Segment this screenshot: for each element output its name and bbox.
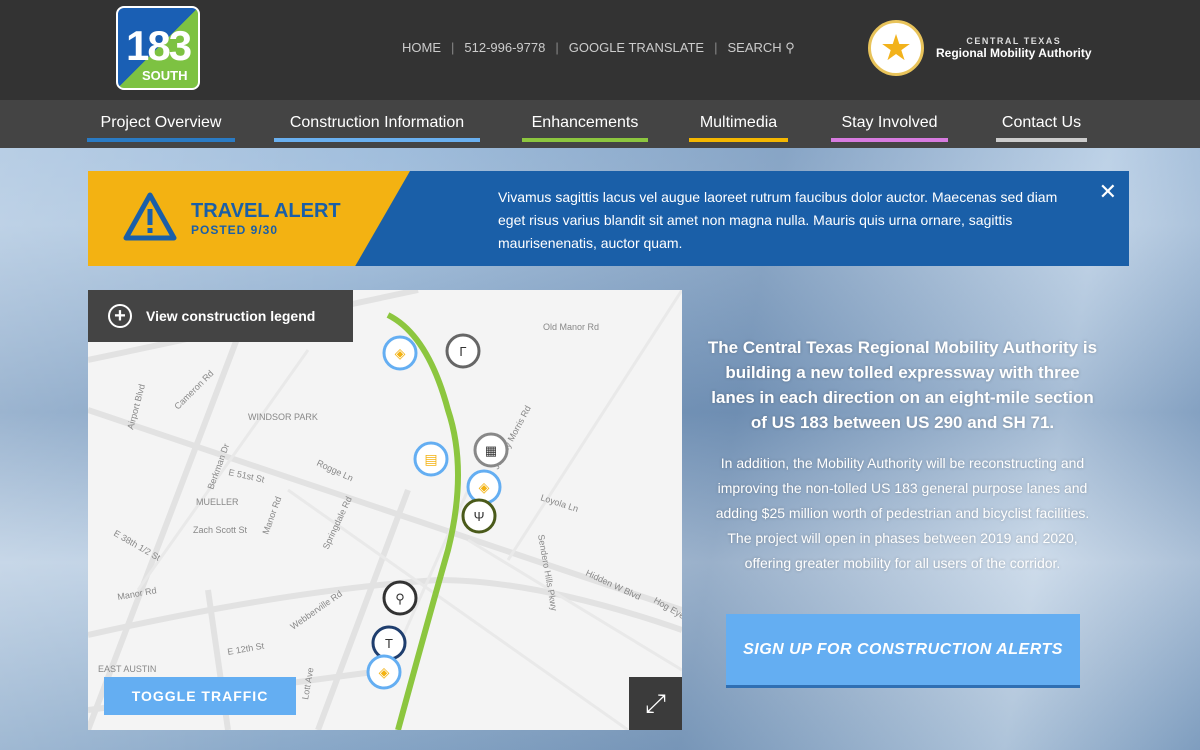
- svg-text:⚲: ⚲: [395, 591, 405, 606]
- map-street-label: E 38th 1/2 St: [112, 528, 162, 563]
- map-street-label: E 12th St: [227, 641, 266, 657]
- warning-icon: [123, 192, 177, 241]
- signup-alerts-button[interactable]: SIGN UP FOR CONSTRUCTION ALERTS: [726, 614, 1080, 688]
- plus-circle-icon: +: [108, 304, 132, 328]
- map-street-label: Rogge Ln: [315, 458, 355, 484]
- main-nav: Project Overview Construction Informatio…: [0, 100, 1200, 148]
- map-street-label: Manor Rd: [260, 495, 283, 536]
- svg-text:Γ: Γ: [459, 344, 466, 359]
- nav-enhancements[interactable]: Enhancements: [522, 114, 648, 142]
- svg-text:▤: ▤: [424, 451, 437, 467]
- utility-links: HOME | 512-996-9778 | GOOGLE TRANSLATE | SE…: [402, 40, 795, 56]
- intro-lead: The Central Texas Regional Mobility Auth…: [707, 338, 1098, 432]
- intro-body: In addition, the Mobility Authority will…: [715, 455, 1090, 571]
- map-street-label: Springdale Rd: [321, 495, 354, 551]
- svg-text:◈: ◈: [395, 345, 406, 361]
- travel-alert: TRAVEL ALERT POSTED 9/30 Vivamus sagitti…: [88, 171, 1129, 266]
- nav-multimedia[interactable]: Multimedia: [689, 114, 788, 142]
- nav-stay-involved[interactable]: Stay Involved: [831, 114, 948, 142]
- search-link[interactable]: SEARCH ⚲: [727, 40, 794, 56]
- svg-text:◈: ◈: [379, 664, 390, 680]
- google-translate-link[interactable]: GOOGLE TRANSLATE: [569, 40, 704, 56]
- construction-map[interactable]: Old Manor Rd Cameron Rd Airport Blvd WINDS…: [88, 290, 682, 730]
- svg-text:T: T: [385, 636, 393, 651]
- star-seal-icon: ★: [868, 20, 924, 76]
- map-street-label: Old Manor Rd: [543, 322, 599, 332]
- nav-contact-us[interactable]: Contact Us: [996, 114, 1087, 142]
- map-canvas[interactable]: Old Manor RdCameron Rd Airport Blvd WINDS…: [88, 290, 682, 730]
- header: 183 SOUTH HOME | 512-996-9778 | GOOGLE TRA…: [0, 0, 1200, 100]
- map-street-label: Loyola Ln: [539, 492, 579, 514]
- toggle-traffic-button[interactable]: TOGGLE TRAFFIC: [104, 677, 296, 715]
- fullscreen-icon[interactable]: ⤢: [629, 677, 682, 730]
- view-legend-button[interactable]: + View construction legend: [88, 290, 353, 342]
- map-street-label: Sendero Hills Pkwy: [536, 534, 559, 613]
- alert-date: POSTED 9/30: [191, 223, 279, 237]
- project-intro: The Central Texas Regional Mobility Auth…: [705, 335, 1100, 576]
- map-street-label: EAST AUSTIN: [98, 664, 156, 674]
- map-street-label: WINDSOR PARK: [248, 412, 318, 422]
- svg-text:Ψ: Ψ: [474, 509, 485, 524]
- map-street-label: MUELLER: [196, 497, 239, 507]
- alert-message: Vivamus sagittis lacus vel augue laoreet…: [498, 189, 1058, 251]
- home-link[interactable]: HOME: [402, 40, 441, 56]
- map-street-label: Lott Ave: [300, 667, 315, 701]
- svg-text:▦: ▦: [485, 443, 497, 458]
- 183-south-logo[interactable]: 183 SOUTH: [116, 6, 200, 90]
- svg-text:◈: ◈: [479, 479, 490, 495]
- nav-project-overview[interactable]: Project Overview: [87, 114, 235, 142]
- search-icon: ⚲: [785, 40, 795, 55]
- map-street-label: Hidden W Blvd: [584, 568, 642, 602]
- map-street-label: Airport Blvd: [125, 383, 147, 431]
- phone-link[interactable]: 512-996-9778: [464, 40, 545, 56]
- alert-title: TRAVEL ALERT: [191, 200, 341, 222]
- map-street-label: Zach Scott St: [193, 525, 248, 535]
- map-street-label: Hog Eye: [652, 595, 682, 621]
- close-icon[interactable]: ✕: [1099, 179, 1117, 205]
- ctrma-logo[interactable]: ★ CENTRAL TEXAS Regional Mobility Authori…: [868, 20, 1092, 76]
- nav-construction-information[interactable]: Construction Information: [274, 114, 480, 142]
